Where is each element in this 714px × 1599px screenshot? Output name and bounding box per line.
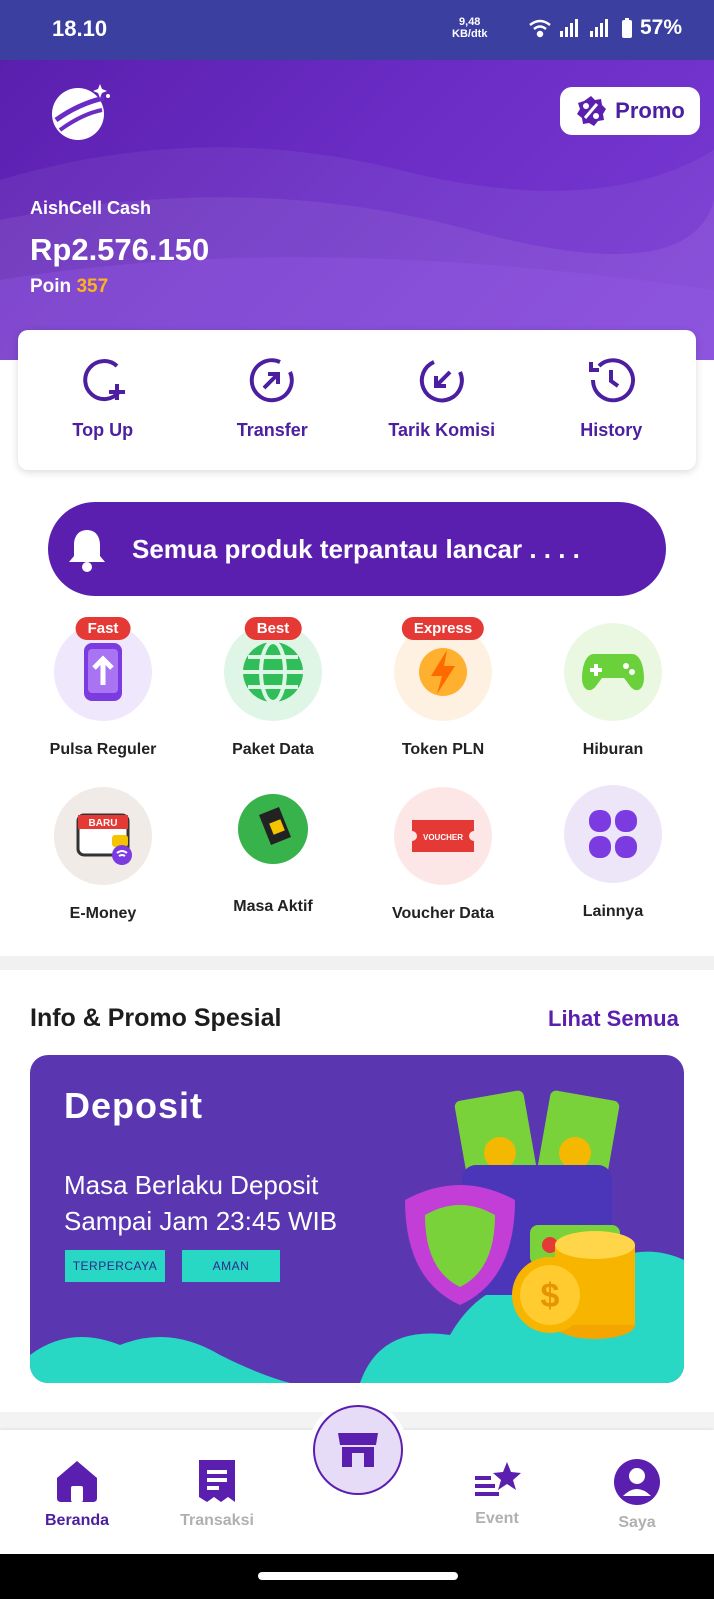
product-pulsa-reguler[interactable]: Fast Pulsa Reguler xyxy=(18,617,188,759)
banner-title: Deposit xyxy=(64,1085,204,1126)
section-divider xyxy=(0,956,714,970)
action-label: Top Up xyxy=(72,420,134,440)
action-transfer[interactable]: Transfer xyxy=(188,330,358,470)
action-label: Transfer xyxy=(236,420,308,440)
svg-text:$: $ xyxy=(541,1277,560,1315)
store-icon xyxy=(338,1433,378,1467)
wallet-icon: BARU xyxy=(76,813,132,865)
product-label: Voucher Data xyxy=(392,905,494,922)
nav-saya[interactable]: Saya xyxy=(577,1458,697,1532)
product-label: Token PLN xyxy=(401,741,485,758)
product-label: Paket Data xyxy=(232,741,314,758)
grid-more-icon xyxy=(589,810,637,858)
bell-icon xyxy=(69,530,105,572)
product-lainnya[interactable]: Lainnya xyxy=(528,785,698,921)
poin-value: 357 xyxy=(76,276,109,297)
gamepad-icon xyxy=(582,654,644,691)
banner-tag-aman: AMAN xyxy=(182,1250,280,1282)
product-label: E-Money xyxy=(69,905,137,922)
banner-tag-terpercaya: TERPERCAYA xyxy=(65,1250,165,1282)
app-logo xyxy=(52,84,110,140)
see-all-link[interactable]: Lihat Semua xyxy=(548,1006,679,1032)
withdraw-icon xyxy=(419,360,464,403)
product-masa-aktif[interactable]: Masa Aktif xyxy=(188,780,358,916)
nav-transaksi[interactable]: Transaksi xyxy=(157,1458,277,1530)
network-speed-value: 9,48 xyxy=(459,16,481,28)
promo-button[interactable]: Promo xyxy=(560,87,700,135)
banner-subtitle: Masa Berlaku Deposit Sampai Jam 23:45 WI… xyxy=(64,1167,337,1239)
home-gesture-bar[interactable] xyxy=(258,1572,458,1580)
product-e-money[interactable]: BARU E-Money xyxy=(18,787,188,923)
product-badge: Best xyxy=(244,617,302,640)
wifi-icon xyxy=(529,19,551,38)
history-icon xyxy=(589,358,636,403)
product-label: Lainnya xyxy=(582,903,644,920)
transfer-icon xyxy=(250,358,294,403)
nav-label: Saya xyxy=(618,1514,656,1531)
product-badge: Express xyxy=(401,617,485,640)
action-top-up[interactable]: Top Up xyxy=(18,330,188,470)
cell-signal-icon xyxy=(560,19,578,37)
wallet-baru-label: BARU xyxy=(89,818,118,829)
promo-banner[interactable]: $ Deposit Masa Berlaku Deposit Sampai Ja… xyxy=(30,1055,684,1383)
notice-text: Semua produk terpantau lancar . . . . xyxy=(132,533,580,564)
store-button[interactable] xyxy=(308,1400,408,1500)
battery-percent: 57% xyxy=(640,16,683,39)
network-speed: 9,48 KB/dtk xyxy=(452,16,487,40)
product-voucher-data[interactable]: VOUCHER Voucher Data xyxy=(358,787,528,923)
status-time: 18.10 xyxy=(52,16,108,41)
action-label: Tarik Komisi xyxy=(388,420,496,440)
globe-icon xyxy=(243,640,303,704)
signal-icons xyxy=(529,18,632,38)
nav-beranda[interactable]: Beranda xyxy=(17,1458,137,1530)
event-star-icon xyxy=(475,1462,521,1496)
banner-line-2: Sampai Jam 23:45 WIB xyxy=(64,1206,338,1236)
balance-amount: Rp2.576.150 xyxy=(30,232,210,267)
banner-line-1: Masa Berlaku Deposit xyxy=(64,1170,319,1200)
quick-actions-card: Top Up Transfer Tarik Komisi History xyxy=(18,330,696,470)
action-label: History xyxy=(580,420,643,440)
balance-label: AishCell Cash xyxy=(30,198,152,218)
network-speed-unit: KB/dtk xyxy=(452,28,488,40)
lightning-icon xyxy=(419,648,467,696)
system-nav-bar xyxy=(0,1554,714,1599)
home-icon xyxy=(57,1461,97,1502)
product-badge: Fast xyxy=(75,617,131,640)
cell-signal-2-icon xyxy=(590,19,608,37)
status-bar: 18.10 9,48 KB/dtk 57% xyxy=(0,0,714,60)
info-section-title: Info & Promo Spesial xyxy=(30,1004,282,1032)
header: Promo AishCell Cash Rp2.576.150 Poin 357 xyxy=(0,60,714,360)
receipt-icon xyxy=(199,1460,235,1502)
discount-badge-icon xyxy=(577,96,607,126)
poin-row: Poin 357 xyxy=(30,276,108,298)
status-notice[interactable]: Semua produk terpantau lancar . . . . xyxy=(48,502,666,596)
promo-label: Promo xyxy=(615,98,685,123)
sim-card-icon xyxy=(238,794,308,864)
top-up-icon xyxy=(82,359,125,402)
bottom-nav: Beranda Transaksi Event Saya xyxy=(0,1400,714,1554)
action-tarik-komisi[interactable]: Tarik Komisi xyxy=(357,330,527,470)
phone-upload-icon xyxy=(84,643,122,701)
nav-label: Event xyxy=(475,1510,519,1527)
product-token-pln[interactable]: Express Token PLN xyxy=(358,617,528,759)
product-paket-data[interactable]: Best Paket Data xyxy=(188,617,358,759)
voucher-inner-label: VOUCHER xyxy=(423,833,463,842)
action-history[interactable]: History xyxy=(527,330,697,470)
voucher-icon: VOUCHER xyxy=(412,820,474,852)
nav-label: Beranda xyxy=(44,1512,110,1529)
poin-label: Poin xyxy=(30,276,72,297)
product-label: Pulsa Reguler xyxy=(49,741,157,758)
product-hiburan[interactable]: Hiburan xyxy=(528,623,698,759)
product-label: Hiburan xyxy=(582,741,644,758)
nav-label: Transaksi xyxy=(180,1512,254,1529)
user-profile-icon xyxy=(614,1459,660,1505)
battery-icon xyxy=(622,18,632,38)
nav-event[interactable]: Event xyxy=(437,1458,557,1528)
product-label: Masa Aktif xyxy=(233,898,313,915)
